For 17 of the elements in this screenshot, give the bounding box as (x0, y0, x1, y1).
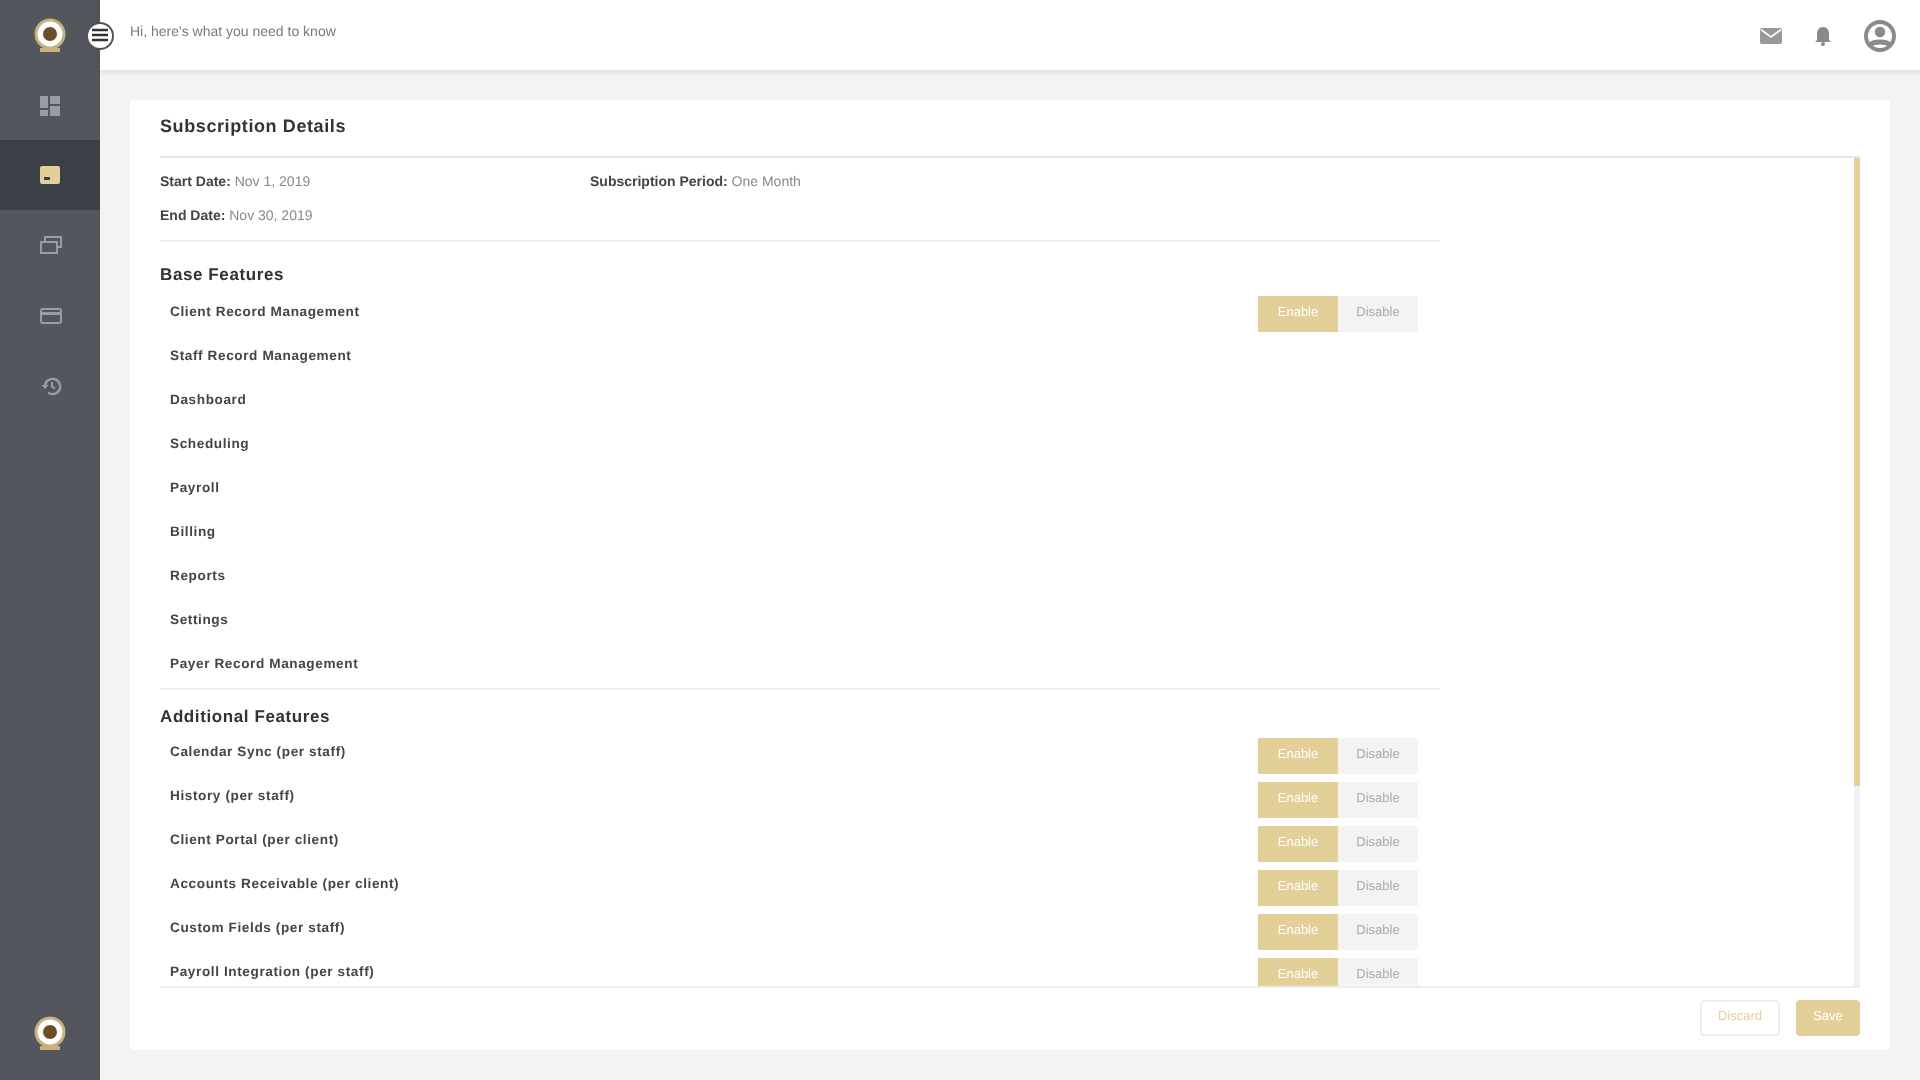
card-icon (40, 166, 60, 184)
user-avatar-icon[interactable] (1864, 19, 1896, 51)
sidebar-item[interactable] (0, 140, 100, 210)
mail-icon[interactable] (1760, 27, 1782, 43)
bell-icon[interactable] (1814, 25, 1832, 45)
history-icon (39, 375, 61, 395)
section-title: Base Features (160, 262, 287, 288)
dashboard-icon (40, 95, 60, 115)
scrollbar-thumb[interactable] (1854, 158, 1860, 786)
stacked-cards-icon (39, 236, 61, 254)
emblem-logo-icon (34, 1016, 66, 1052)
card-title: Subscription Details (160, 114, 347, 141)
credit-card-icon (39, 307, 61, 323)
menu-button[interactable] (86, 21, 114, 49)
emblem-logo-icon (34, 17, 66, 53)
section-title: Additional Features (160, 703, 333, 729)
menu-icon (92, 28, 108, 42)
